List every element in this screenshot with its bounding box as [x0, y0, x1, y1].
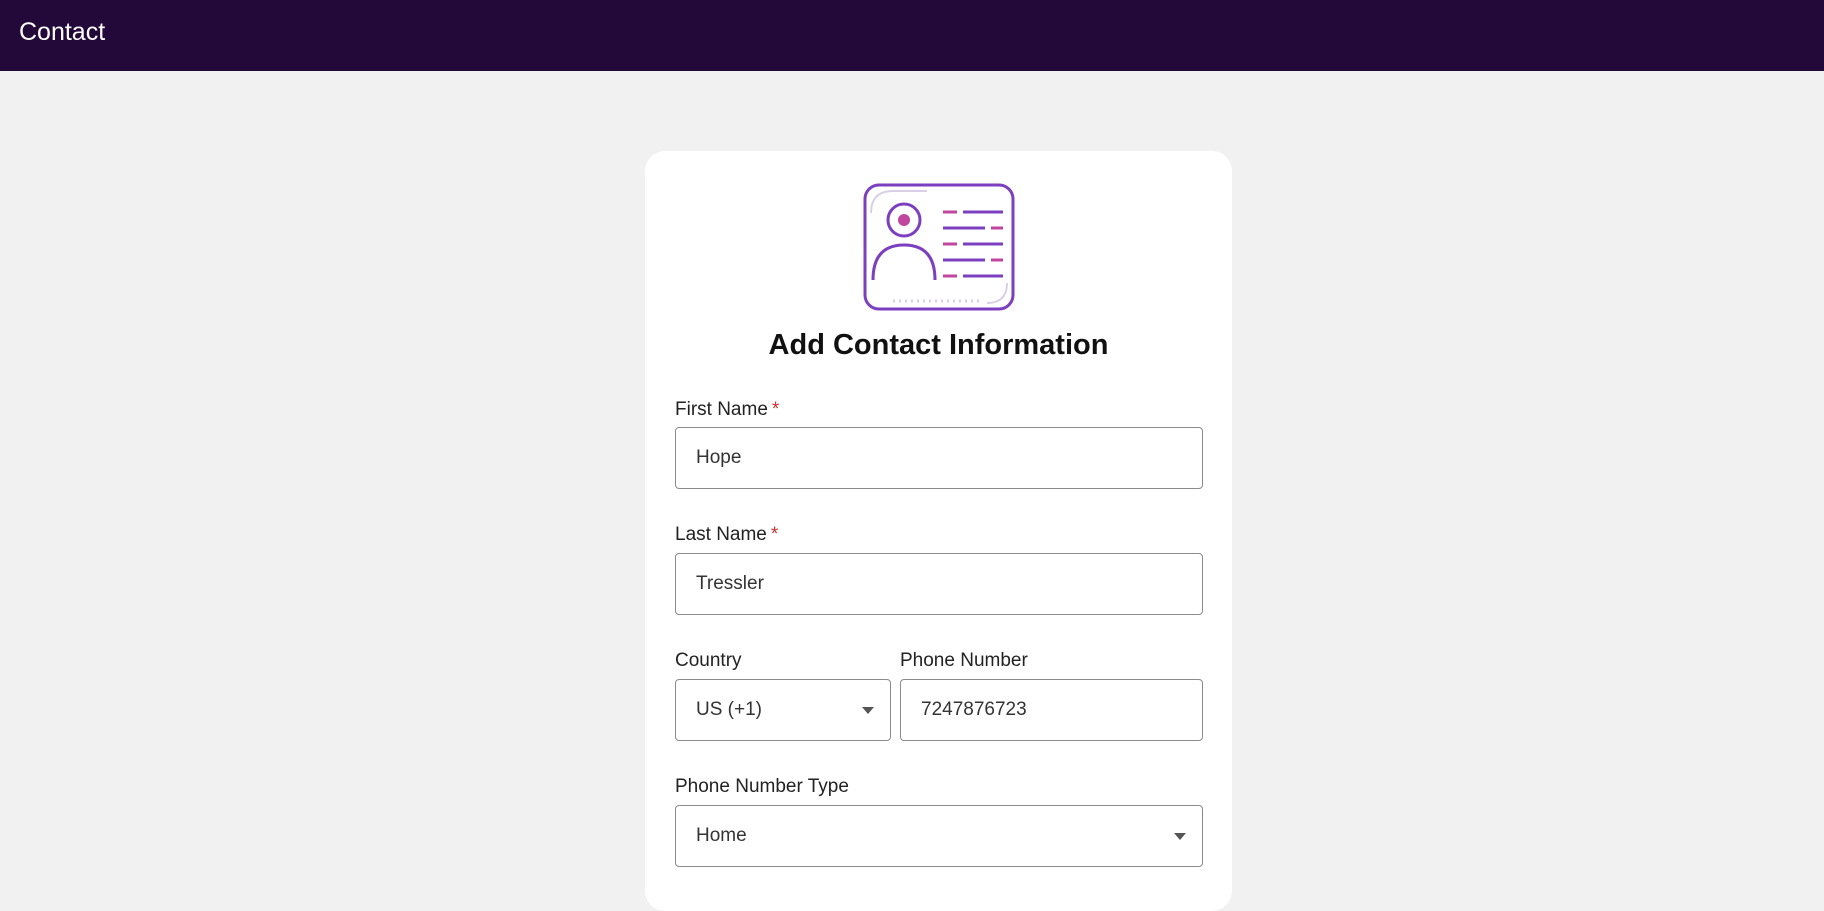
phone-number-value: 7247876723 [921, 699, 1027, 720]
chevron-down-icon [862, 707, 874, 714]
phone-number-label: Phone Number [900, 650, 1028, 671]
phone-number-input[interactable]: 7247876723 [900, 679, 1203, 741]
last-name-label: Last Name * [675, 523, 778, 547]
header-title: Contact [19, 18, 106, 46]
country-select[interactable]: US (+1) [675, 679, 891, 741]
country-label: Country [675, 650, 742, 671]
last-name-value: Tressler [696, 573, 764, 594]
phone-type-label: Phone Number Type [675, 776, 849, 797]
phone-type-value: Home [696, 825, 747, 846]
first-name-label: First Name * [675, 398, 779, 422]
chevron-down-icon [1174, 833, 1186, 840]
contact-form-card: Add Contact Information First Name * Hope… [645, 151, 1232, 911]
contact-card-icon [863, 183, 1015, 311]
form-heading: Add Contact Information [768, 329, 1109, 361]
country-value: US (+1) [696, 699, 762, 720]
last-name-input[interactable]: Tressler [675, 553, 1203, 615]
required-mark: * [770, 524, 779, 545]
first-name-value: Hope [696, 447, 742, 468]
required-mark: * [771, 399, 780, 420]
first-name-label-text: First Name [675, 399, 768, 420]
first-name-input[interactable]: Hope [675, 427, 1203, 489]
top-header-bar: Contact [0, 0, 1824, 71]
last-name-label-text: Last Name [675, 524, 767, 545]
phone-type-select[interactable]: Home [675, 805, 1203, 867]
